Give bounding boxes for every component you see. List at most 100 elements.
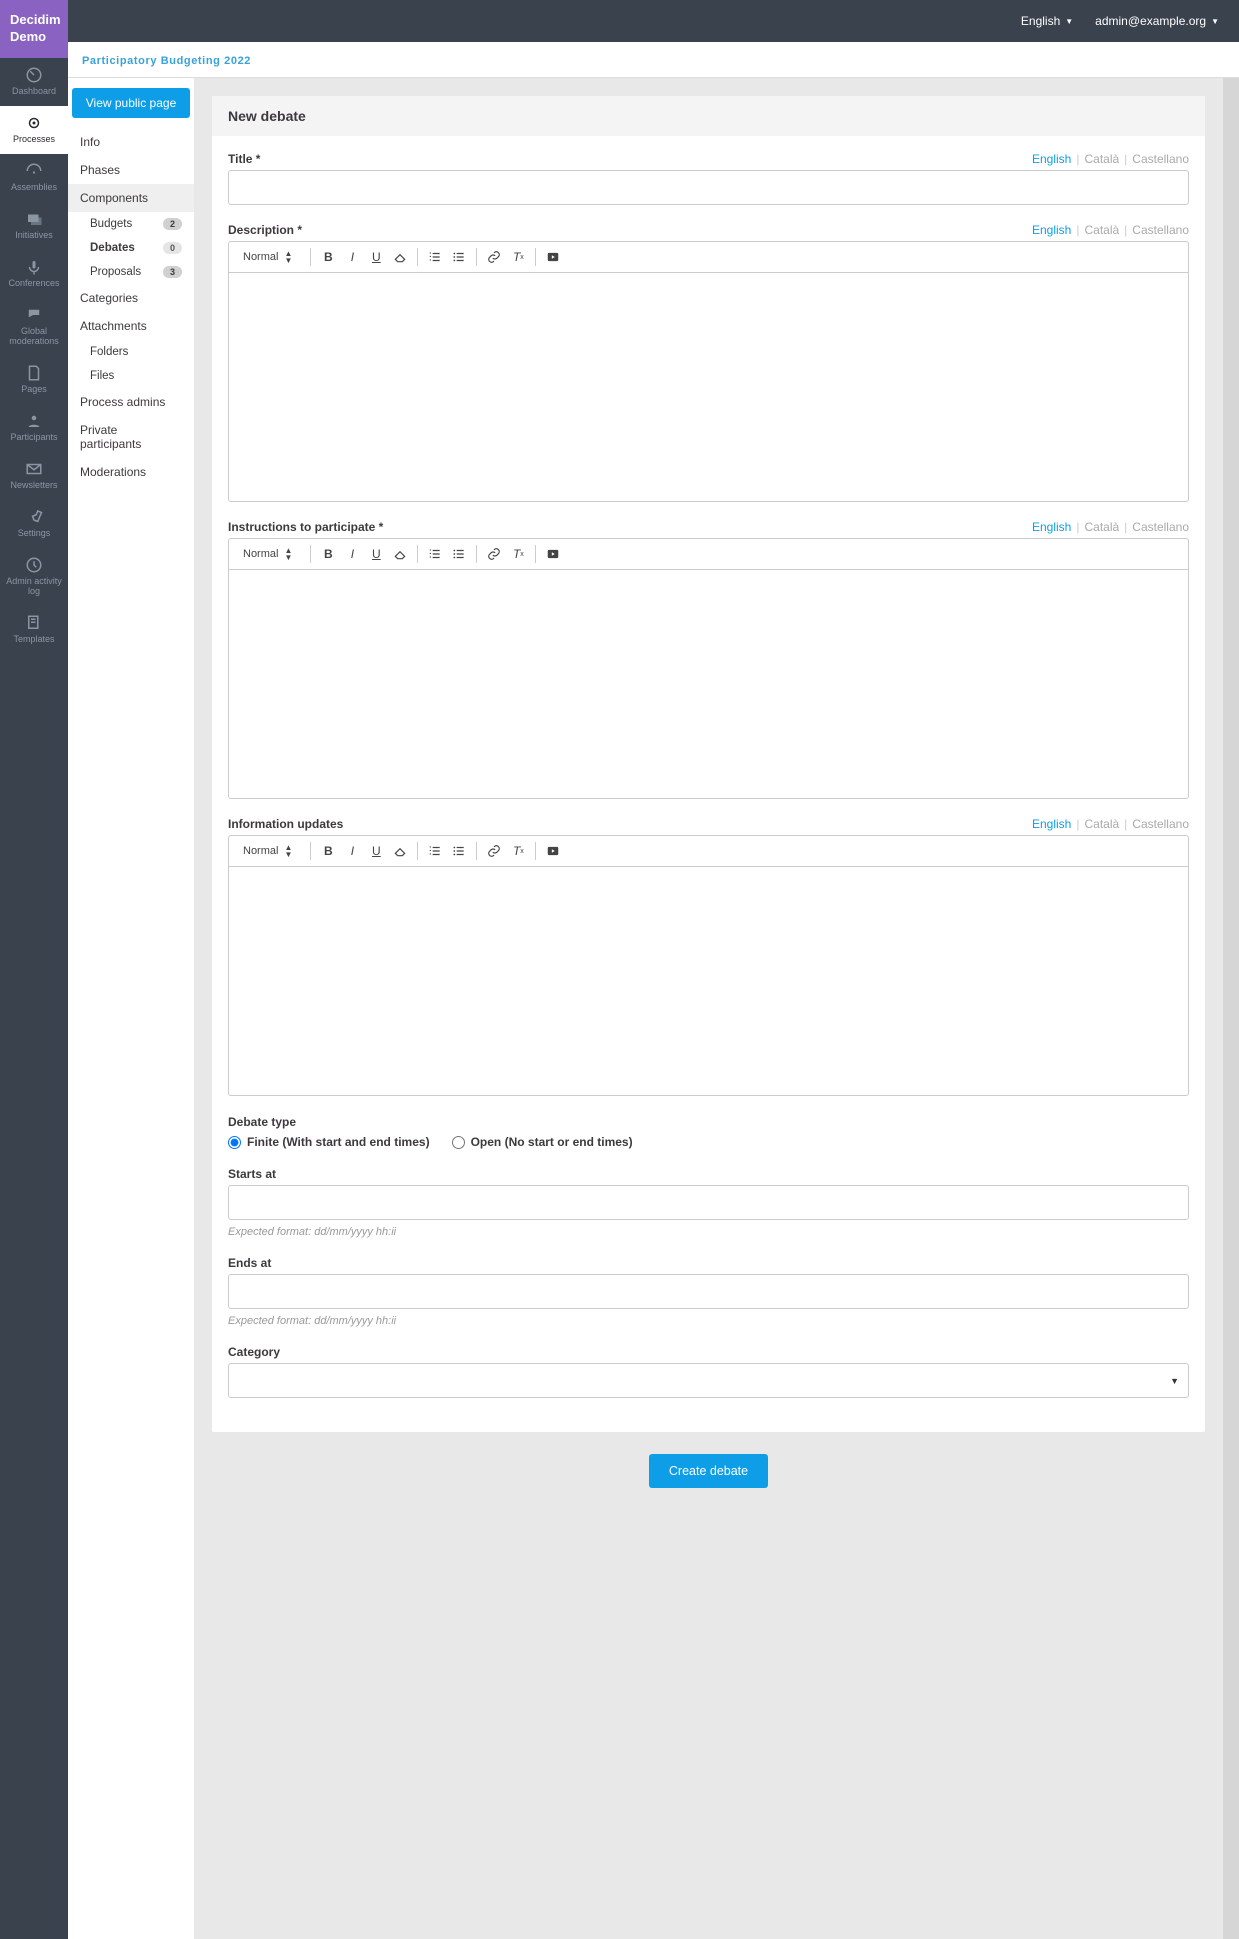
nav-pages[interactable]: Pages: [0, 356, 68, 404]
lang-tab-english[interactable]: English: [1032, 152, 1071, 166]
italic-button[interactable]: I: [341, 543, 363, 565]
finite-radio-label[interactable]: Finite (With start and end times): [228, 1135, 430, 1149]
underline-button[interactable]: U: [365, 840, 387, 862]
lang-tab-castellano[interactable]: Castellano: [1132, 817, 1189, 831]
erase-button[interactable]: [389, 543, 411, 565]
breadcrumb-link[interactable]: Participatory Budgeting 2022: [82, 55, 251, 67]
unordered-list-button[interactable]: [448, 840, 470, 862]
lang-tab-castellano[interactable]: Castellano: [1132, 152, 1189, 166]
nav-conferences[interactable]: Conferences: [0, 250, 68, 298]
updates-textarea[interactable]: [229, 867, 1188, 1095]
lang-tab-castellano[interactable]: Castellano: [1132, 520, 1189, 534]
ordered-list-button[interactable]: [424, 840, 446, 862]
unordered-list-button[interactable]: [448, 246, 470, 268]
sidebar-item-attachments[interactable]: Attachments: [68, 312, 194, 340]
title-input[interactable]: [228, 170, 1189, 205]
debate-type-label: Debate type: [228, 1115, 296, 1129]
sidebar-subitem-folders[interactable]: Folders: [68, 340, 194, 364]
sidebar-item-phases[interactable]: Phases: [68, 156, 194, 184]
sidebar-item-moderations[interactable]: Moderations: [68, 458, 194, 486]
instructions-group: Instructions to participate * English|Ca…: [228, 520, 1189, 799]
nav-global-moderations[interactable]: Global moderations: [0, 298, 68, 356]
ordered-list-button[interactable]: [424, 246, 446, 268]
lang-tab-catala[interactable]: Català: [1084, 223, 1119, 237]
sidebar-item-components[interactable]: Components: [68, 184, 194, 212]
category-label: Category: [228, 1345, 1189, 1359]
clear-format-button[interactable]: Tx: [507, 840, 529, 862]
pages-icon: [25, 364, 43, 382]
nav-label: Templates: [13, 634, 54, 644]
create-debate-button[interactable]: Create debate: [649, 1454, 768, 1488]
lang-tab-catala[interactable]: Català: [1084, 520, 1119, 534]
sidebar-item-categories[interactable]: Categories: [68, 284, 194, 312]
sidebar-item-process-admins[interactable]: Process admins: [68, 388, 194, 416]
nav-participants[interactable]: Participants: [0, 404, 68, 452]
video-button[interactable]: [542, 840, 564, 862]
open-radio[interactable]: [452, 1136, 465, 1149]
lang-tab-english[interactable]: English: [1032, 223, 1071, 237]
lang-tab-catala[interactable]: Català: [1084, 152, 1119, 166]
ordered-list-button[interactable]: [424, 543, 446, 565]
lang-tab-english[interactable]: English: [1032, 520, 1071, 534]
ends-at-input[interactable]: [228, 1274, 1189, 1309]
sidebar-subitem-debates[interactable]: Debates0: [68, 236, 194, 260]
user-menu[interactable]: admin@example.org ▼: [1095, 14, 1219, 28]
toolbar-separator: [476, 545, 477, 563]
view-public-page-button[interactable]: View public page: [72, 88, 190, 118]
sidebar-subitem-files[interactable]: Files: [68, 364, 194, 388]
erase-button[interactable]: [389, 246, 411, 268]
count-badge: 2: [163, 218, 182, 230]
brand-logo[interactable]: Decidim Demo: [0, 0, 68, 58]
italic-button[interactable]: I: [341, 246, 363, 268]
category-select[interactable]: [228, 1363, 1189, 1398]
nav-label: Admin activity log: [6, 576, 62, 596]
sidebar-item-info[interactable]: Info: [68, 128, 194, 156]
nav-assemblies[interactable]: Assemblies: [0, 154, 68, 202]
link-button[interactable]: [483, 543, 505, 565]
erase-button[interactable]: [389, 840, 411, 862]
nav-settings[interactable]: Settings: [0, 500, 68, 548]
scrollbar-gutter[interactable]: [1223, 78, 1239, 1939]
sidebar-subitem-budgets[interactable]: Budgets2: [68, 212, 194, 236]
lang-tab-catala[interactable]: Català: [1084, 817, 1119, 831]
format-select[interactable]: Normal▲▼: [237, 545, 298, 563]
video-button[interactable]: [542, 543, 564, 565]
bold-button[interactable]: B: [317, 543, 339, 565]
bold-button[interactable]: B: [317, 246, 339, 268]
clear-format-button[interactable]: Tx: [507, 543, 529, 565]
underline-button[interactable]: U: [365, 543, 387, 565]
italic-button[interactable]: I: [341, 840, 363, 862]
clear-format-button[interactable]: Tx: [507, 246, 529, 268]
video-button[interactable]: [542, 246, 564, 268]
nav-templates[interactable]: Templates: [0, 606, 68, 654]
page-body: New debate Title * English|Català|Castel…: [194, 78, 1223, 1939]
sidebar-item-private-participants[interactable]: Private participants: [68, 416, 194, 458]
language-menu[interactable]: English ▼: [1021, 14, 1073, 28]
link-button[interactable]: [483, 246, 505, 268]
nav-initiatives[interactable]: Initiatives: [0, 202, 68, 250]
nav-newsletters[interactable]: Newsletters: [0, 452, 68, 500]
page-title: New debate: [212, 96, 1205, 136]
bold-button[interactable]: B: [317, 840, 339, 862]
finite-radio[interactable]: [228, 1136, 241, 1149]
link-button[interactable]: [483, 840, 505, 862]
nav-label: Initiatives: [15, 230, 53, 240]
sidebar-subitem-label: Folders: [90, 346, 128, 358]
sidebar-subitem-proposals[interactable]: Proposals3: [68, 260, 194, 284]
format-select[interactable]: Normal▲▼: [237, 248, 298, 266]
format-select[interactable]: Normal▲▼: [237, 842, 298, 860]
description-label: Description *: [228, 223, 302, 237]
lang-tab-castellano[interactable]: Castellano: [1132, 223, 1189, 237]
nav-processes[interactable]: Processes: [0, 106, 68, 154]
starts-at-input[interactable]: [228, 1185, 1189, 1220]
underline-button[interactable]: U: [365, 246, 387, 268]
open-radio-label[interactable]: Open (No start or end times): [452, 1135, 633, 1149]
unordered-list-button[interactable]: [448, 543, 470, 565]
nav-label: Newsletters: [10, 480, 57, 490]
lang-tab-english[interactable]: English: [1032, 817, 1071, 831]
description-textarea[interactable]: [229, 273, 1188, 501]
instructions-textarea[interactable]: [229, 570, 1188, 798]
nav-label: Participants: [10, 432, 57, 442]
nav-admin-activity-log[interactable]: Admin activity log: [0, 548, 68, 606]
nav-dashboard[interactable]: Dashboard: [0, 58, 68, 106]
